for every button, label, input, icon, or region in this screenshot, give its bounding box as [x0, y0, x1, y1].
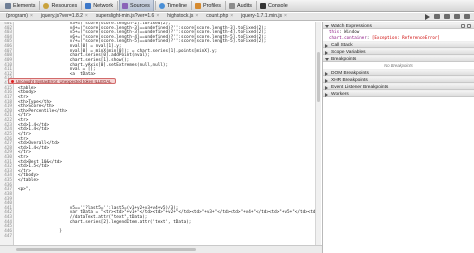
resume-icon[interactable]: [425, 13, 430, 20]
source-editor[interactable]: 401 v3+=("score[score.length-2].toFixed(…: [0, 22, 322, 245]
file-tab-label: highstock.js: [167, 13, 194, 19]
profiles-icon: [195, 2, 201, 9]
debugger-sidebar: Watch Expressions this: Window chart.conta…: [322, 22, 474, 253]
deactivate-breakpoints-icon[interactable]: [464, 14, 470, 19]
file-tab-label: superslight-min.js?ver=1.6: [95, 13, 155, 19]
toolbar-label: Sources: [130, 2, 150, 9]
toolbar-label: Network: [93, 2, 114, 9]
collapsed-triangle-icon: [325, 93, 328, 97]
close-icon[interactable]: ×: [85, 13, 88, 19]
file-tab[interactable]: jquery-1.7.1.min.js ×: [237, 13, 291, 20]
toolbar-console-button[interactable]: Console: [258, 0, 291, 11]
toolbar-label: Console: [267, 2, 288, 9]
toolbar-sources-button[interactable]: Sources: [119, 0, 154, 11]
console-icon: [259, 2, 266, 9]
editor-vertical-scrollbar[interactable]: [315, 22, 321, 245]
file-tab[interactable]: highstock.js ×: [163, 13, 202, 20]
toolbar-separator: [191, 1, 192, 10]
sources-icon: [122, 2, 129, 9]
file-tab-label: jquery.js?ver=1.8.2: [40, 13, 83, 19]
toolbar-separator: [224, 1, 226, 10]
step-out-icon[interactable]: [454, 14, 460, 19]
section-dom-breakpoints-header[interactable]: DOM Breakpoints: [323, 69, 474, 76]
scrollbar-thumb[interactable]: [317, 52, 320, 102]
empty-breakpoints-note: No Breakpoints: [384, 63, 413, 68]
toolbar-label: Elements: [13, 2, 36, 9]
toolbar-label: Resources: [51, 2, 78, 9]
section-workers-header[interactable]: Workers: [323, 90, 474, 97]
close-icon[interactable]: ×: [156, 13, 159, 19]
toolbar-label: Audits: [236, 2, 252, 9]
toolbar-timeline-button[interactable]: Timeline: [157, 0, 190, 11]
toolbar-separator: [117, 1, 119, 10]
section-title: Watch Expressions: [331, 24, 372, 29]
section-actions: [461, 24, 471, 28]
toolbar-elements-button[interactable]: Elements: [3, 0, 38, 11]
close-icon[interactable]: ×: [30, 13, 33, 19]
toolbar-resources-button[interactable]: Resources: [41, 0, 80, 11]
close-icon[interactable]: ×: [230, 13, 233, 19]
section-title: Workers: [331, 92, 349, 97]
expanded-triangle-icon: [325, 25, 329, 28]
code-line[interactable]: 447: [0, 234, 322, 240]
toolbar-separator: [154, 1, 156, 10]
editor-horizontal-scrollbar[interactable]: [0, 245, 322, 253]
toolbar-separator: [81, 1, 83, 10]
devtools-toolbar: Elements Resources Network Sources Timeline P…: [0, 0, 474, 12]
toolbar-separator: [39, 1, 41, 10]
network-icon: [85, 2, 92, 9]
file-tab[interactable]: jquery.js?ver=1.8.2 ×: [37, 13, 92, 20]
audits-icon: [228, 2, 235, 9]
file-tab-label: jquery-1.7.1.min.js: [241, 13, 283, 19]
watch-expressions-header[interactable]: Watch Expressions: [323, 22, 474, 29]
section-scope-variables-header[interactable]: Scope Variables: [323, 48, 474, 55]
file-tab[interactable]: count.php ×: [202, 13, 237, 20]
file-tabs-bar: (program) × jquery.js?ver=1.8.2 × supersligh…: [0, 13, 474, 21]
section-xhr-breakpoints-header[interactable]: XHR Breakpoints: [323, 76, 474, 83]
close-icon[interactable]: ×: [195, 13, 198, 19]
step-into-icon[interactable]: [444, 14, 450, 19]
toolbar-separator: [255, 1, 257, 10]
add-icon[interactable]: [461, 24, 465, 28]
toolbar-audits-button[interactable]: Audits: [227, 0, 255, 11]
timeline-icon: [158, 2, 165, 9]
toolbar-label: Timeline: [166, 2, 187, 9]
file-tab[interactable]: superslight-min.js?ver=1.6 ×: [92, 13, 163, 20]
expanded-triangle-icon: [325, 58, 329, 61]
close-icon[interactable]: ×: [284, 13, 287, 19]
refresh-icon[interactable]: [467, 24, 471, 28]
toolbar-profiles-button[interactable]: Profiles: [193, 0, 224, 11]
section-title: Breakpoints: [331, 57, 357, 62]
debugger-controls: [322, 13, 474, 20]
scrollbar-thumb[interactable]: [16, 248, 196, 251]
line-number[interactable]: 447: [0, 234, 13, 240]
toolbar-label: Profiles: [203, 2, 221, 9]
section-call-stack-header[interactable]: Call Stack: [323, 41, 474, 48]
file-tabs: (program) × jquery.js?ver=1.8.2 × supersligh…: [0, 13, 322, 20]
error-message-bubble: Uncaught SyntaxError: Unexpected token I…: [8, 77, 117, 84]
toolbar-network-button[interactable]: Network: [83, 0, 116, 11]
file-tab-label: (program): [6, 13, 28, 19]
file-tab-label: count.php: [206, 13, 229, 19]
step-over-icon[interactable]: [434, 14, 440, 19]
watch-key: chart.container: [329, 35, 367, 40]
resources-icon: [43, 2, 50, 9]
file-tab[interactable]: (program) ×: [2, 13, 37, 20]
elements-icon: [5, 2, 11, 9]
section-event-listener-breakpoints-header[interactable]: Event Listener Breakpoints: [323, 83, 474, 90]
watch-value: [Exception: ReferenceError]: [371, 35, 440, 40]
section-breakpoints-header[interactable]: Breakpoints: [323, 55, 474, 62]
